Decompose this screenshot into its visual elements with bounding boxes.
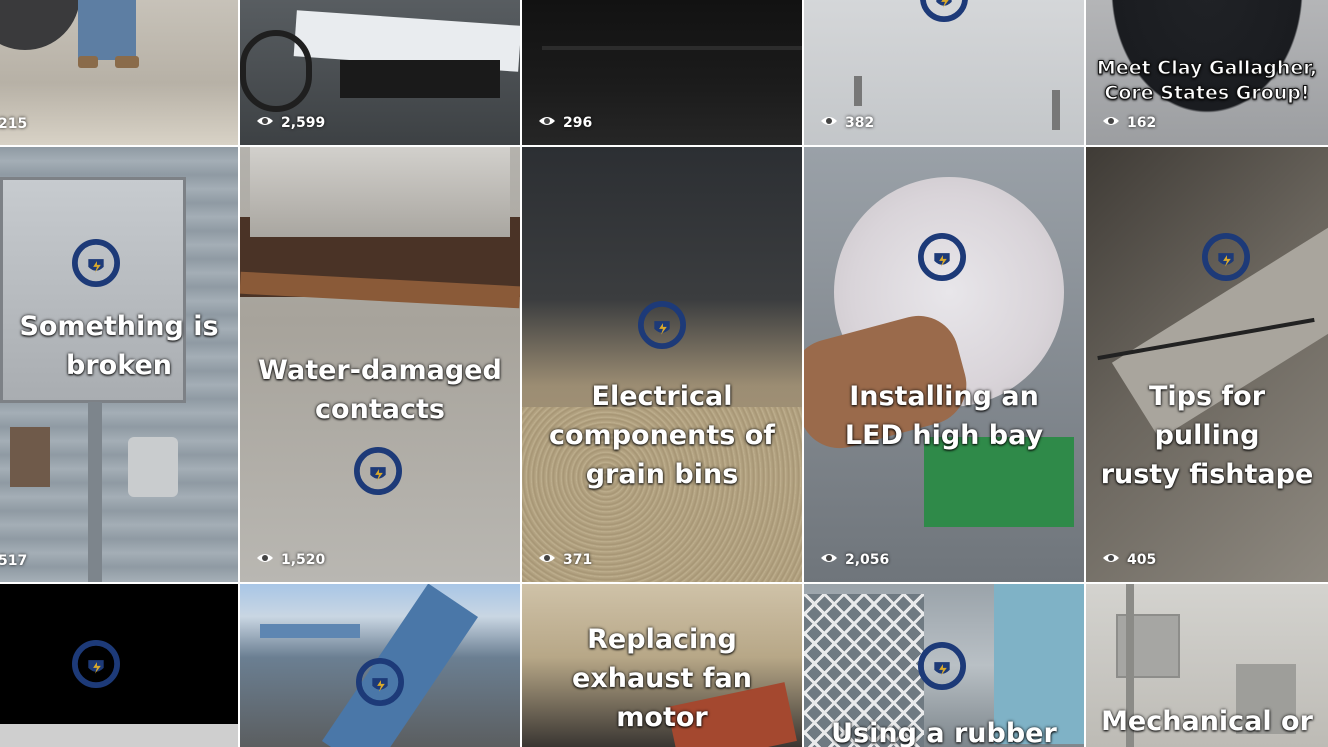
video-caption: Water-damaged contacts [258, 355, 502, 425]
view-count-text: 215 [0, 116, 28, 132]
view-count-text: 296 [563, 115, 593, 131]
view-count: 371 [538, 551, 592, 569]
view-count-text: 2,599 [281, 115, 326, 131]
view-count: 162 [1102, 114, 1156, 132]
view-count-text: 382 [845, 115, 875, 131]
video-tile[interactable]: Installing an LED high bay 2,056 [804, 147, 1084, 582]
video-tile[interactable]: Something is broken 517 [0, 147, 238, 582]
video-caption: Installing an LED high bay [844, 381, 1044, 451]
video-tile[interactable] [0, 584, 238, 747]
eye-icon [538, 114, 556, 132]
video-tile[interactable] [240, 584, 520, 747]
view-count-text: 371 [563, 552, 593, 568]
view-count-text: 517 [0, 553, 28, 569]
video-caption: Using a rubber [831, 718, 1057, 747]
video-tile[interactable]: Tips for pulling rusty fishtape 405 [1086, 147, 1328, 582]
view-count: 1,520 [256, 551, 325, 569]
brand-logo [896, 0, 992, 46]
eye-icon [1102, 114, 1120, 132]
brand-logo [894, 209, 990, 305]
video-caption: Replacing exhaust fan motor [572, 624, 752, 733]
eye-icon [820, 551, 838, 569]
view-count-text: 1,520 [281, 552, 326, 568]
eye-icon [256, 551, 274, 569]
view-count: 2,056 [820, 551, 889, 569]
brand-logo [332, 634, 428, 730]
eye-icon [1102, 551, 1120, 569]
eye-icon [538, 551, 556, 569]
view-count: 382 [820, 114, 874, 132]
brand-logo [48, 616, 144, 712]
brand-logo [614, 277, 710, 373]
video-caption: Tips for pulling rusty fishtape [1100, 381, 1314, 490]
brand-logo [894, 618, 990, 714]
eye-icon [820, 114, 838, 132]
eye-icon [256, 114, 274, 132]
view-count: 2,599 [256, 114, 325, 132]
view-count-text: 2,056 [845, 552, 890, 568]
video-caption: Mechanical or [1101, 706, 1313, 737]
video-tile[interactable]: 296 [522, 0, 802, 145]
video-caption: Something is broken [19, 311, 219, 381]
view-count: 405 [1102, 551, 1156, 569]
video-tile[interactable]: Mechanical or [1086, 584, 1328, 747]
view-count: 296 [538, 114, 592, 132]
video-tile[interactable]: Replacing exhaust fan motor [522, 584, 802, 747]
video-caption: Electrical components of grain bins [549, 381, 775, 490]
video-tile[interactable]: 382 [804, 0, 1084, 145]
brand-logo [48, 215, 144, 311]
video-tile[interactable]: Meet Clay Gallagher, Core States Group! … [1086, 0, 1328, 145]
brand-logo [330, 423, 426, 519]
video-tile[interactable]: Electrical components of grain bins 371 [522, 147, 802, 582]
view-count-text: 162 [1127, 115, 1157, 131]
view-count: 215 [0, 116, 27, 132]
brand-logo [1178, 209, 1274, 305]
view-count: 517 [0, 553, 27, 569]
video-tile[interactable]: 2,599 [240, 0, 520, 145]
video-caption: Meet Clay Gallagher, Core States Group! [1096, 57, 1318, 105]
video-grid: 215 2,599 296 382 Meet Clay Gallagher, C… [0, 0, 1328, 747]
video-tile[interactable]: Water-damaged contacts 1,520 [240, 147, 520, 582]
video-tile[interactable]: Using a rubber [804, 584, 1084, 747]
view-count-text: 405 [1127, 552, 1157, 568]
video-tile[interactable]: 215 [0, 0, 238, 145]
